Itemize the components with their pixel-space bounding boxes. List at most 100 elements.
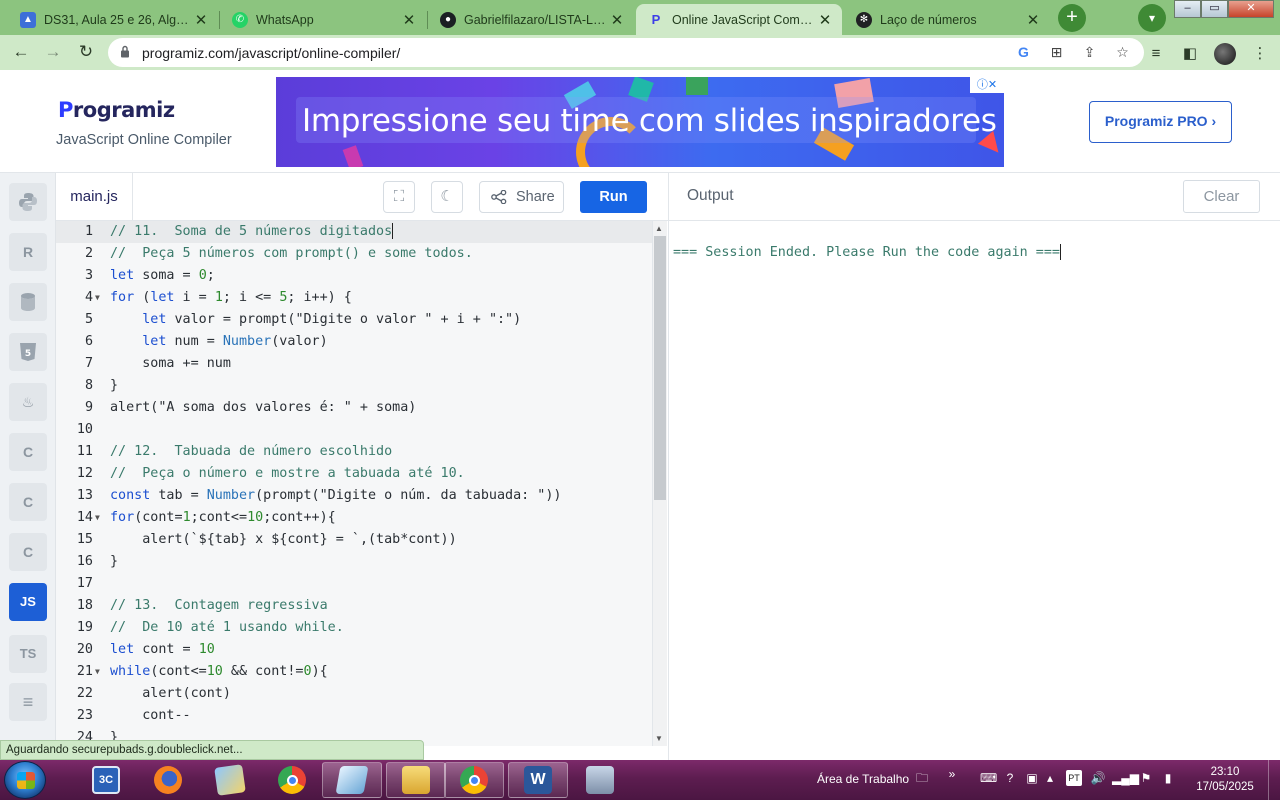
help-icon[interactable]: ? <box>1002 770 1018 786</box>
code-line[interactable]: 1 // 11. Soma de 5 números digitados <box>56 221 652 243</box>
code-line[interactable]: 20 let cont = 10 <box>56 639 652 661</box>
tab-programiz[interactable]: P Online JavaScript Compiler ✕ <box>636 4 842 35</box>
start-button[interactable] <box>4 761 46 799</box>
code-line[interactable]: 14 ▼ for(cont=1;cont<=10;cont++){ <box>56 507 652 529</box>
run-button[interactable]: Run <box>580 181 647 213</box>
code-line[interactable]: 19 // De 10 até 1 usando while. <box>56 617 652 639</box>
code-line[interactable]: 8} <box>56 375 652 397</box>
address-bar[interactable]: programiz.com/javascript/online-compiler… <box>108 38 1144 67</box>
code-editor[interactable]: 1 // 11. Soma de 5 números digitados 2 // P… <box>56 221 652 746</box>
code-line[interactable]: 9 alert("A soma dos valores é: " + soma) <box>56 397 652 419</box>
window-close-button[interactable]: ✕ <box>1228 0 1274 18</box>
taskbar-chrome-icon[interactable] <box>262 762 322 798</box>
desktop-toolbar-label[interactable]: Área de Trabalho <box>817 772 909 786</box>
csharp-icon[interactable]: C <box>9 533 47 571</box>
tab-chatgpt[interactable]: ✻ Laço de números ✕ <box>844 4 1050 35</box>
code-line[interactable]: 12 // Peça o número e mostre a tabuada at… <box>56 463 652 485</box>
close-icon[interactable]: ✕ <box>816 11 834 29</box>
tab-whatsapp[interactable]: ✆ WhatsApp ✕ <box>220 4 426 35</box>
tab-classroom[interactable]: ▲ DS31, Aula 25 e 26, Algoritmos ✕ <box>8 4 218 35</box>
code-line[interactable]: 5 let valor = prompt("Digite o valor " +… <box>56 309 652 331</box>
clear-button[interactable]: Clear <box>1183 180 1260 213</box>
taskbar-notepad-icon[interactable] <box>322 762 382 798</box>
fold-chevron-icon[interactable]: ▼ <box>95 507 100 529</box>
network-signal-icon[interactable]: ▂▄▆ <box>1112 770 1139 786</box>
fullscreen-icon[interactable]: ⛶ <box>383 181 415 213</box>
taskbar-calculator-icon[interactable] <box>570 762 630 798</box>
fold-chevron-icon[interactable]: ▼ <box>95 661 100 683</box>
editor-scrollbar[interactable]: ▲ ▼ <box>652 221 667 746</box>
code-line[interactable]: 13 const tab = Number(prompt("Digite o nú… <box>56 485 652 507</box>
profile-avatar[interactable] <box>1214 43 1236 65</box>
code-line[interactable]: 18 // 13. Contagem regressiva <box>56 595 652 617</box>
code-line[interactable]: 11 // 12. Tabuada de número escolhido <box>56 441 652 463</box>
dark-mode-moon-icon[interactable]: ☾ <box>431 181 463 213</box>
tray-expand-icon[interactable]: ▴ <box>1042 770 1058 786</box>
programiz-logo[interactable]: Programiz <box>58 98 175 122</box>
code-line[interactable]: 21 ▼ while(cont<=10 && cont!=0){ <box>56 661 652 683</box>
ad-banner[interactable]: Impressione seu time com slides inspirad… <box>276 77 1004 167</box>
code-line[interactable]: 22 alert(cont) <box>56 683 652 705</box>
code-line[interactable]: 10 <box>56 419 652 441</box>
desktop-folder-icon[interactable]: 🗀 <box>914 770 930 786</box>
maximize-button[interactable]: ▭ <box>1201 0 1228 18</box>
share-button[interactable]: Share <box>479 181 564 213</box>
menu-kebab-icon[interactable]: ⋮ <box>1250 44 1270 64</box>
volume-icon[interactable]: 🔊 <box>1090 770 1106 786</box>
battery-icon[interactable]: ▮ <box>1160 770 1176 786</box>
display-icon[interactable]: ▣ <box>1024 770 1040 786</box>
code-line[interactable]: 17 <box>56 573 652 595</box>
tab-search-chevron-icon[interactable]: ▾ <box>1138 4 1166 32</box>
back-arrow-icon[interactable]: ← <box>8 39 34 65</box>
google-icon[interactable]: G <box>1014 43 1033 62</box>
new-tab-button[interactable]: + <box>1058 4 1086 32</box>
show-desktop-button[interactable] <box>1268 760 1280 800</box>
taskbar-chrome-open-icon[interactable] <box>444 762 504 798</box>
more-languages-icon[interactable]: ≡ <box>9 683 47 721</box>
programiz-pro-button[interactable]: Programiz PRO › <box>1089 101 1232 143</box>
code-line[interactable]: 6 let num = Number(valor) <box>56 331 652 353</box>
code-line[interactable]: 15 alert(`${tab} x ${cont} = `,(tab*cont… <box>56 529 652 551</box>
close-icon[interactable]: ✕ <box>1024 11 1042 29</box>
system-clock[interactable]: 23:10 17/05/2025 <box>1192 765 1258 795</box>
typescript-icon[interactable]: TS <box>9 635 47 673</box>
taskbar-explorer-icon[interactable] <box>386 762 446 798</box>
side-panel-icon[interactable]: ◧ <box>1180 44 1200 64</box>
language-indicator[interactable]: PT <box>1066 770 1082 786</box>
c-language-icon[interactable]: C <box>9 433 47 471</box>
code-line[interactable]: 16} <box>56 551 652 573</box>
forward-arrow-icon[interactable]: → <box>40 39 66 65</box>
code-line[interactable]: 2 // Peça 5 números com prompt() e some t… <box>56 243 652 265</box>
code-line[interactable]: 23 cont-- <box>56 705 652 727</box>
reload-icon[interactable]: ↻ <box>73 39 99 65</box>
scrollbar-thumb[interactable] <box>654 236 666 500</box>
ad-choices-close-icon[interactable]: ⓘ✕ <box>970 77 1004 93</box>
code-line[interactable]: 3 let soma = 0; <box>56 265 652 287</box>
bookmark-star-icon[interactable]: ☆ <box>1113 43 1132 62</box>
java-icon[interactable]: ♨ <box>9 383 47 421</box>
html5-icon[interactable]: 5 <box>9 333 47 371</box>
file-tab-main-js[interactable]: main.js <box>56 173 133 220</box>
toolbar-expand-icon[interactable]: » <box>944 766 960 782</box>
action-center-flag-icon[interactable]: ⚑ <box>1138 770 1154 786</box>
r-language-icon[interactable]: R <box>9 233 47 271</box>
taskbar-word-icon[interactable]: W <box>508 762 568 798</box>
fold-chevron-icon[interactable]: ▼ <box>95 287 100 309</box>
javascript-icon[interactable]: JS <box>9 583 47 621</box>
media-queue-icon[interactable]: ≡ <box>1146 44 1166 64</box>
tab-github[interactable]: ● Gabrielfilazaro/LISTA-LP-ET ✕ <box>428 4 634 35</box>
minimize-button[interactable]: – <box>1174 0 1201 18</box>
cpp-icon[interactable]: C <box>9 483 47 521</box>
close-icon[interactable]: ✕ <box>400 11 418 29</box>
sql-database-icon[interactable] <box>9 283 47 321</box>
share-page-icon[interactable]: ⇪ <box>1080 43 1099 62</box>
keyboard-icon[interactable]: ⌨ <box>980 770 997 786</box>
python-icon[interactable] <box>9 183 47 221</box>
code-line[interactable]: 4 ▼ for (let i = 1; i <= 5; i++) { <box>56 287 652 309</box>
close-icon[interactable]: ✕ <box>608 11 626 29</box>
close-icon[interactable]: ✕ <box>192 11 210 29</box>
taskbar-app-3c[interactable]: 3C <box>76 762 136 798</box>
taskbar-folders-icon[interactable] <box>200 762 260 798</box>
output-console[interactable]: === Session Ended. Please Run the code a… <box>668 221 1280 760</box>
translate-icon[interactable]: ⊞ <box>1047 43 1066 62</box>
